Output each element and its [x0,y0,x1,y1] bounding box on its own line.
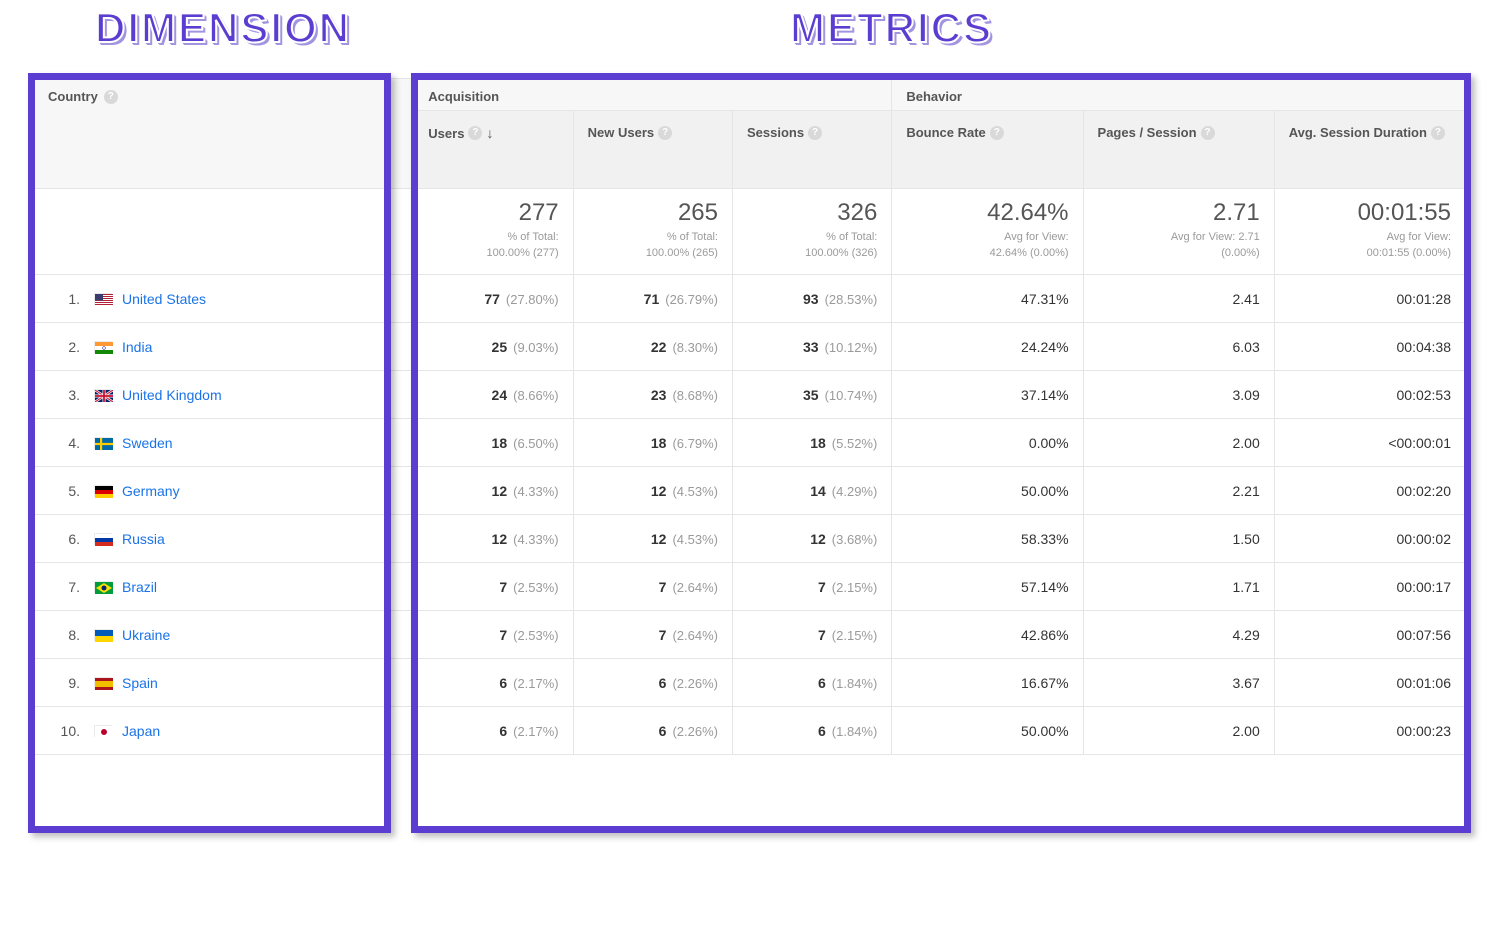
annotation-dimension: DIMENSION [95,4,351,52]
dimension-highlight-box [28,73,391,833]
annotation-metrics: METRICS [790,4,993,52]
metrics-highlight-box [411,73,1471,833]
